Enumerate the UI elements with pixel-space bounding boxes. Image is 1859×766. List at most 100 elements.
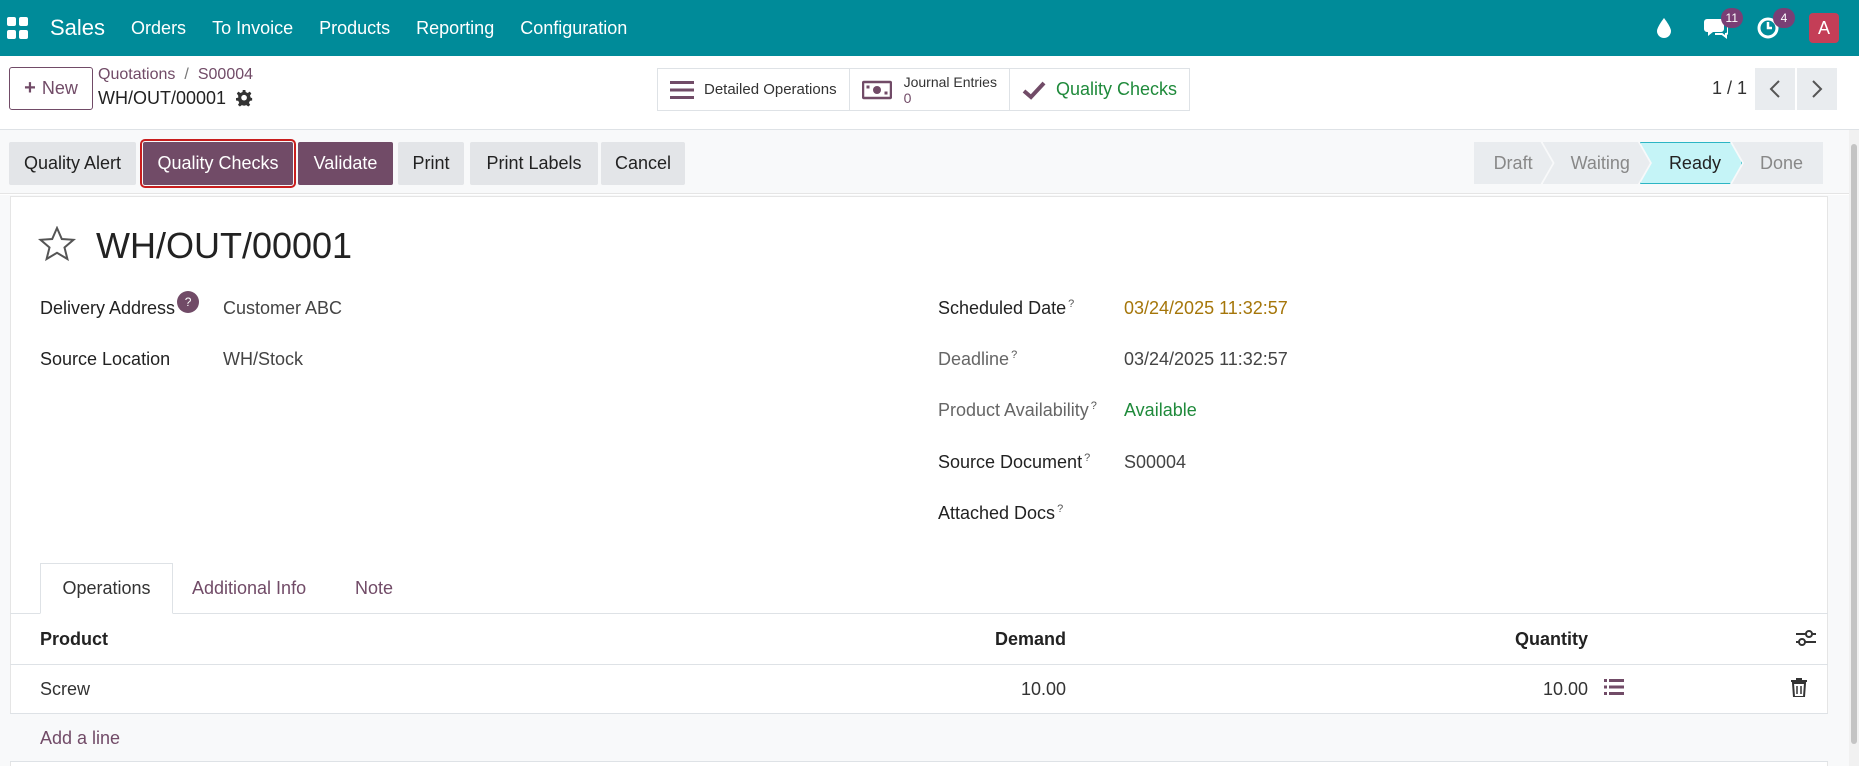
action-bar: Quality Alert Quality Checks Validate Pr… — [0, 130, 1849, 194]
help-tooltip-icon[interactable]: ? — [177, 291, 200, 313]
apps-menu-icon[interactable] — [7, 17, 29, 39]
source-location-label: Source Location — [40, 349, 171, 369]
record-name: WH/OUT/00001 — [98, 88, 253, 109]
source-document-label: Source Document? — [938, 452, 1090, 473]
notebook-tabs: Operations Additional Info Note — [10, 563, 1828, 614]
menu-orders[interactable]: Orders — [131, 18, 186, 39]
messages-badge: 11 — [1720, 8, 1743, 28]
drop-icon[interactable] — [1649, 13, 1679, 43]
title-row: WH/OUT/00001 — [37, 224, 353, 267]
scrollbar-thumb[interactable] — [1851, 144, 1857, 744]
quality-checks-button[interactable]: Quality Checks — [140, 139, 296, 188]
scheduled-date-label-text: Scheduled Date — [938, 298, 1067, 318]
chevron-right-icon — [1812, 80, 1823, 98]
journal-entries-label: Journal Entries — [903, 73, 997, 90]
add-line-row: Add a line — [10, 714, 1828, 762]
row-quantity[interactable]: 10.00 — [1543, 679, 1588, 700]
print-button[interactable]: Print — [398, 142, 464, 185]
breadcrumb: Quotations / S00004 — [98, 66, 253, 84]
plus-icon: + — [24, 77, 36, 99]
status-draft[interactable]: Draft — [1474, 142, 1553, 184]
status-ready[interactable]: Ready — [1640, 142, 1742, 184]
journal-entries-button[interactable]: Journal Entries 0 — [849, 69, 1010, 110]
smart-buttons: Detailed Operations Journal Entries 0 Qu… — [657, 68, 1191, 111]
status-bar: Draft Waiting Ready Done — [1474, 142, 1823, 184]
form-title: WH/OUT/00001 — [96, 225, 353, 266]
breadcrumb-order[interactable]: S00004 — [198, 66, 253, 83]
table-row[interactable]: Screw 10.00 10.00 — [10, 665, 1828, 714]
column-settings-icon[interactable] — [1796, 629, 1816, 652]
row-demand[interactable]: 10.00 — [1021, 679, 1066, 700]
menu-reporting[interactable]: Reporting — [416, 18, 494, 39]
cancel-button[interactable]: Cancel — [601, 142, 685, 185]
help-mark: ? — [1068, 298, 1075, 310]
column-quantity[interactable]: Quantity — [1515, 629, 1588, 650]
activities-clock-icon[interactable]: 4 — [1753, 8, 1795, 43]
help-mark: ? — [1090, 400, 1097, 412]
pager-value[interactable]: 1 / 1 — [1712, 78, 1747, 99]
validate-button[interactable]: Validate — [298, 142, 393, 185]
source-location-value[interactable]: WH/Stock — [223, 349, 303, 370]
star-icon[interactable] — [37, 224, 77, 267]
detailed-operations-label: Detailed Operations — [704, 81, 837, 98]
navbar-systray: 11 4 A — [1627, 0, 1859, 56]
status-waiting[interactable]: Waiting — [1543, 142, 1650, 184]
control-panel: + New Quotations / S00004 WH/OUT/00001 Deta… — [0, 56, 1859, 130]
tab-operations[interactable]: Operations — [40, 563, 173, 614]
deadline-label-text: Deadline — [938, 349, 1010, 369]
delivery-address-value[interactable]: Customer ABC — [223, 298, 342, 319]
help-mark: ? — [1084, 452, 1091, 464]
source-document-label-text: Source Document — [938, 452, 1083, 472]
product-availability-value: Available — [1124, 400, 1197, 420]
column-product[interactable]: Product — [40, 629, 108, 650]
row-product[interactable]: Screw — [40, 679, 90, 700]
status-done[interactable]: Done — [1731, 142, 1823, 184]
tab-additional-info[interactable]: Additional Info — [192, 563, 306, 614]
breadcrumb-quotations[interactable]: Quotations — [98, 66, 175, 83]
deadline-value[interactable]: 03/24/2025 11:32:57 — [1124, 349, 1288, 370]
help-mark: ? — [1057, 503, 1064, 515]
trash-icon[interactable] — [1791, 678, 1807, 702]
delivery-address-label: Delivery Address? — [40, 291, 200, 320]
deadline-label: Deadline? — [938, 349, 1017, 370]
delivery-address-label-text: Delivery Address — [40, 298, 176, 318]
money-bill-icon — [861, 80, 892, 99]
page-scrollbar[interactable] — [1849, 130, 1859, 766]
record-name-text: WH/OUT/00001 — [98, 88, 227, 108]
quality-checks-smart-label: Quality Checks — [1055, 79, 1178, 99]
activities-badge: 4 — [1773, 8, 1795, 28]
scheduled-date-label: Scheduled Date? — [938, 298, 1074, 319]
messages-icon[interactable]: 11 — [1701, 8, 1743, 43]
pager-next-button[interactable] — [1797, 68, 1837, 110]
new-button[interactable]: + New — [9, 67, 93, 110]
app-brand[interactable]: Sales — [50, 15, 105, 41]
product-availability-label: Product Availability? — [938, 400, 1097, 421]
pager-previous-button[interactable] — [1755, 68, 1795, 110]
menu-products[interactable]: Products — [319, 18, 390, 39]
detailed-list-icon[interactable] — [1604, 678, 1624, 701]
check-icon — [1022, 81, 1046, 100]
help-mark: ? — [1011, 349, 1018, 361]
print-labels-button[interactable]: Print Labels — [470, 142, 598, 185]
detailed-operations-button[interactable]: Detailed Operations — [658, 69, 850, 110]
breadcrumb-separator: / — [184, 66, 189, 83]
new-button-label: New — [41, 78, 78, 98]
source-document-value[interactable]: S00004 — [1124, 452, 1186, 473]
add-line-link[interactable]: Add a line — [40, 728, 120, 749]
column-demand[interactable]: Demand — [995, 629, 1066, 650]
menu-configuration[interactable]: Configuration — [520, 18, 627, 39]
gear-icon[interactable] — [236, 90, 253, 107]
attached-docs-label: Attached Docs? — [938, 503, 1063, 524]
quality-checks-smart-button[interactable]: Quality Checks — [1009, 69, 1190, 110]
scheduled-date-value[interactable]: 03/24/2025 11:32:57 — [1124, 298, 1288, 319]
attached-docs-label-text: Attached Docs — [938, 503, 1056, 523]
journal-entries-count: 0 — [903, 89, 912, 106]
menu-to-invoice[interactable]: To Invoice — [212, 18, 293, 39]
product-availability-label-text: Product Availability — [938, 400, 1089, 420]
top-navbar: Sales Orders To Invoice Products Reporti… — [0, 0, 1859, 56]
list-bars-icon — [670, 80, 694, 99]
quality-alert-button[interactable]: Quality Alert — [9, 142, 136, 185]
tab-note[interactable]: Note — [355, 563, 393, 614]
user-avatar[interactable]: A — [1809, 13, 1839, 43]
chevron-left-icon — [1769, 80, 1780, 98]
